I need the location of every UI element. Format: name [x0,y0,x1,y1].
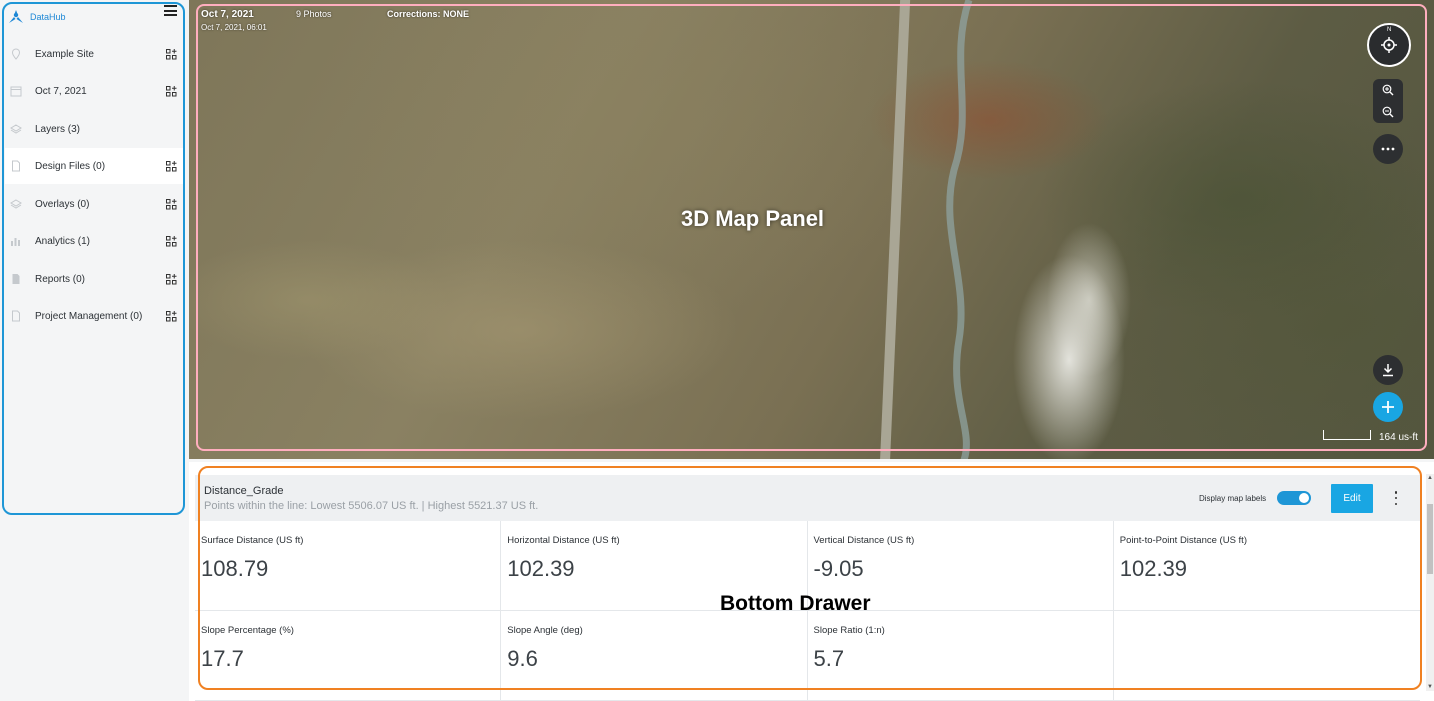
sidebar-item-reports[interactable]: Reports (0) [5,261,184,297]
drawer-scrollbar[interactable]: ▲ ▼ [1426,474,1434,691]
sidebar-item-label: Reports (0) [35,273,86,285]
sidebar-item-label: Layers (3) [35,123,81,135]
crosshair-icon [1381,37,1397,53]
overlay-icon [10,199,22,209]
sidebar-item-overlays[interactable]: Overlays (0) [5,186,184,222]
measurement-subtitle: Points within the line: Lowest 5506.07 U… [204,500,539,512]
sidebar-item-project-management[interactable]: Project Management (0) [5,298,184,334]
zoom-controls [1373,79,1403,123]
metric-cell-empty [1113,611,1420,701]
sidebar-item-label: Project Management (0) [35,310,143,322]
capture-datetime: Oct 7, 2021, 06:01 [201,23,267,32]
more-horizontal-icon [1381,147,1395,151]
more-vertical-icon[interactable] [1393,491,1399,505]
scroll-up-icon[interactable]: ▲ [1426,474,1434,482]
sidebar-item-label: Example Site [35,48,94,60]
metric-label: Slope Percentage (%) [201,625,294,636]
bottom-drawer: Distance_Grade Points within the line: L… [189,462,1434,701]
metric-cell: Surface Distance (US ft) 108.79 [195,521,502,611]
scrollbar-thumb[interactable] [1427,504,1433,574]
map-panel-annotation: 3D Map Panel [681,206,825,231]
calendar-icon [10,86,22,97]
add-panel-icon[interactable] [166,85,177,97]
metric-value: 5.7 [813,646,845,671]
file-icon [12,160,20,172]
metric-value: 17.7 [201,646,244,671]
sidebar-item-label: Overlays (0) [35,198,90,210]
report-icon [12,274,20,284]
download-button[interactable] [1373,355,1403,385]
sidebar: DataHub Example Site Oct 7, 2021 Layers … [0,0,189,701]
metric-cell: Slope Percentage (%) 17.7 [195,611,502,701]
metric-value: 102.39 [1119,556,1188,581]
add-panel-icon[interactable] [166,310,177,322]
compass-north-label: N [1387,27,1392,33]
metric-label: Slope Ratio (1:n) [813,625,885,636]
plus-icon [1382,401,1394,413]
compass-button[interactable]: N [1367,23,1411,67]
sidebar-item-date[interactable]: Oct 7, 2021 [5,73,184,109]
drawer-header: Distance_Grade Points within the line: L… [195,475,1420,521]
metric-value: 102.39 [507,556,575,581]
add-panel-icon[interactable] [166,273,177,285]
corrections-status: Corrections: NONE [387,9,470,19]
sidebar-item-label: Analytics (1) [35,235,91,247]
metric-value: 108.79 [201,556,269,581]
sidebar-item-label: Oct 7, 2021 [35,85,87,97]
sidebar-item-label: Design Files (0) [35,160,106,172]
sidebar-item-site[interactable]: Example Site [5,36,184,72]
map-river [946,0,973,459]
photo-count: 9 Photos [296,9,332,19]
brand-name: DataHub [30,12,66,22]
map-labels-toggle-label: Display map labels [1199,494,1267,503]
sidebar-item-design-files[interactable]: Design Files (0) [5,148,184,184]
sidebar-item-layers[interactable]: Layers (3) [5,111,184,147]
scale-bar [1323,430,1371,440]
scroll-down-icon[interactable]: ▼ [1426,683,1434,691]
location-pin-icon [11,48,21,60]
map-view[interactable]: Oct 7, 2021 Oct 7, 2021, 06:01 9 Photos … [189,0,1434,459]
add-panel-icon[interactable] [166,48,177,60]
metric-cell: Slope Angle (deg) 9.6 [501,611,808,701]
map-road [879,0,911,459]
metric-label: Surface Distance (US ft) [201,535,304,546]
datahub-logo-icon [9,10,23,23]
zoom-in-button[interactable] [1373,79,1403,101]
add-panel-icon[interactable] [166,160,177,172]
metric-value: 9.6 [507,646,538,671]
zoom-out-icon [1382,106,1394,118]
layers-icon [10,124,22,134]
metric-value: -9.05 [813,556,864,581]
menu-icon[interactable] [164,5,177,16]
sidebar-item-analytics[interactable]: Analytics (1) [5,223,184,259]
metric-label: Point-to-Point Distance (US ft) [1119,535,1247,546]
add-panel-icon[interactable] [166,235,177,247]
bar-chart-icon [11,238,20,246]
metric-cell: Point-to-Point Distance (US ft) 102.39 [1113,521,1420,611]
capture-date: Oct 7, 2021 [201,9,254,20]
brand[interactable]: DataHub [8,6,180,28]
zoom-in-icon [1382,84,1394,96]
map-labels-toggle[interactable] [1277,491,1311,505]
metric-label: Horizontal Distance (US ft) [507,535,620,546]
metric-cell: Slope Ratio (1:n) 5.7 [807,611,1114,701]
document-icon [12,310,20,322]
more-options-button[interactable] [1373,134,1403,164]
scale-label: 164 us-ft [1379,432,1418,443]
metric-label: Vertical Distance (US ft) [813,535,915,546]
zoom-out-button[interactable] [1373,101,1403,123]
download-icon [1383,364,1393,377]
add-panel-icon[interactable] [166,198,177,210]
edit-button[interactable]: Edit [1331,484,1373,513]
drawer-panel-annotation: Bottom Drawer [720,592,871,615]
toggle-knob [1299,493,1309,503]
measurement-title: Distance_Grade [204,485,284,497]
add-button[interactable] [1373,392,1403,422]
metric-label: Slope Angle (deg) [507,625,583,636]
